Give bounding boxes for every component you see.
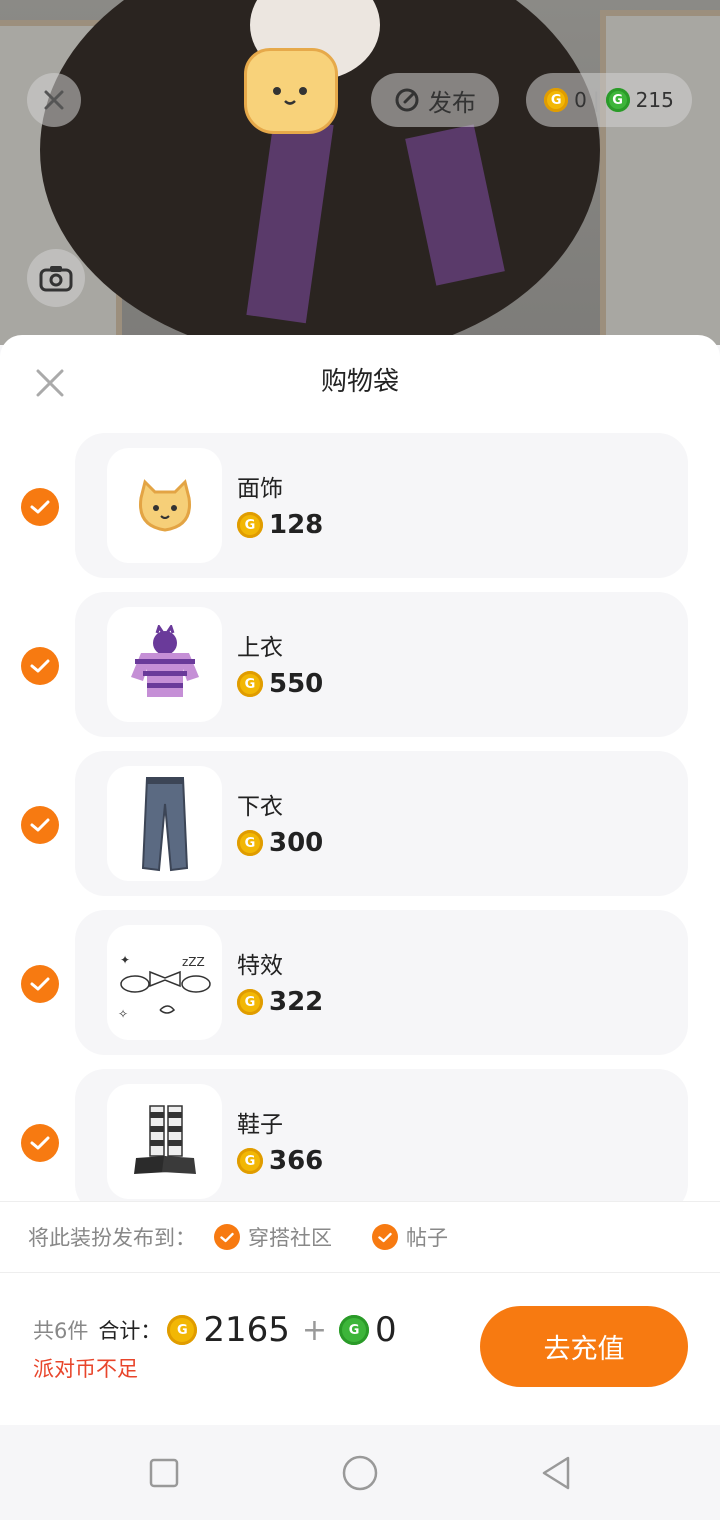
gold-coin-icon: G xyxy=(237,830,263,856)
svg-text:✦: ✦ xyxy=(120,953,130,967)
green-balance: 215 xyxy=(635,88,674,112)
item-price-value: 128 xyxy=(269,510,324,540)
check-icon xyxy=(30,818,50,832)
camera-icon xyxy=(39,266,73,292)
shopping-bag-sheet: 购物袋 面饰 G 128 上衣 G 550 下衣 G 300 zZZ ✦ ✧ 特… xyxy=(0,335,720,1425)
order-total: 共6件 合计： G 2165 + G 0 xyxy=(33,1310,397,1350)
recent-apps-button[interactable] xyxy=(146,1455,182,1491)
item-price: G 128 xyxy=(237,510,323,540)
avatar-preview xyxy=(0,0,720,345)
item-count: 共6件 xyxy=(33,1319,89,1343)
item-price: G 366 xyxy=(237,1146,323,1176)
gold-coin-icon: G xyxy=(167,1315,198,1345)
item-price-value: 550 xyxy=(269,669,324,699)
cart-item[interactable]: 下衣 G 300 xyxy=(75,751,688,896)
close-icon xyxy=(44,90,64,110)
square-nav-icon xyxy=(149,1458,179,1488)
item-checkbox[interactable] xyxy=(21,965,59,1003)
gold-coin-icon: G xyxy=(544,88,569,112)
cart-item[interactable]: zZZ ✦ ✧ 特效 G 322 xyxy=(75,910,688,1055)
check-icon xyxy=(30,977,50,991)
item-price: G 300 xyxy=(237,828,323,858)
cat-mask-thumbnail xyxy=(138,478,191,532)
publish-icon xyxy=(395,88,419,112)
balance-divider: | xyxy=(592,88,600,112)
item-price-value: 366 xyxy=(269,1146,324,1176)
share-option-post[interactable]: 帖子 xyxy=(372,1222,448,1252)
boots-thumbnail xyxy=(133,1104,196,1174)
total-label: 合计： xyxy=(98,1319,162,1343)
sheet-title: 购物袋 xyxy=(320,367,399,397)
home-button[interactable] xyxy=(342,1455,378,1491)
cat-face-accessory xyxy=(244,48,338,134)
cart-item[interactable]: 面饰 G 128 xyxy=(75,433,688,578)
check-icon xyxy=(214,1224,240,1250)
check-icon xyxy=(372,1224,398,1250)
item-name: 鞋子 xyxy=(237,1112,283,1138)
item-price: G 322 xyxy=(237,987,323,1017)
share-option-label: 帖子 xyxy=(406,1226,448,1250)
insufficient-warning: 派对币不足 xyxy=(33,1357,138,1381)
recharge-button[interactable]: 去充值 xyxy=(480,1306,688,1387)
gold-balance: 0 xyxy=(574,88,587,112)
item-checkbox[interactable] xyxy=(21,647,59,685)
item-thumbnail xyxy=(107,607,222,722)
cart-item[interactable]: 鞋子 G 366 xyxy=(75,1069,688,1214)
check-icon xyxy=(30,1136,50,1150)
item-thumbnail: zZZ ✦ ✧ xyxy=(107,925,222,1040)
item-name: 特效 xyxy=(237,953,283,979)
item-price-value: 322 xyxy=(269,987,324,1017)
svg-text:✧: ✧ xyxy=(118,1007,128,1021)
publish-label: 发布 xyxy=(428,88,476,117)
item-name: 面饰 xyxy=(237,476,283,502)
item-thumbnail xyxy=(107,1084,222,1199)
system-nav-bar xyxy=(0,1425,720,1520)
share-options-bar: 将此装扮发布到： 穿搭社区 帖子 xyxy=(0,1201,720,1273)
back-nav-icon xyxy=(542,1456,570,1490)
item-price-value: 300 xyxy=(269,828,324,858)
green-total: 0 xyxy=(375,1310,397,1350)
check-icon xyxy=(30,500,50,514)
check-icon xyxy=(30,659,50,673)
circle-nav-icon xyxy=(342,1455,378,1491)
green-coin-icon: G xyxy=(605,88,630,112)
share-option-community[interactable]: 穿搭社区 xyxy=(214,1222,332,1252)
item-price: G 550 xyxy=(237,669,323,699)
share-option-label: 穿搭社区 xyxy=(248,1226,332,1250)
gold-coin-icon: G xyxy=(237,671,263,697)
camera-button[interactable] xyxy=(27,249,85,307)
share-label: 将此装扮发布到： xyxy=(28,1226,196,1250)
item-thumbnail xyxy=(107,766,222,881)
item-checkbox[interactable] xyxy=(21,806,59,844)
jeans-thumbnail xyxy=(141,776,188,871)
cart-item[interactable]: 上衣 G 550 xyxy=(75,592,688,737)
item-thumbnail xyxy=(107,448,222,563)
currency-balance[interactable]: G 0 | G 215 xyxy=(526,73,692,127)
effect-thumbnail: zZZ ✦ ✧ xyxy=(118,953,211,1021)
back-button[interactable] xyxy=(538,1455,574,1491)
striped-hoodie-thumbnail xyxy=(130,624,199,697)
item-checkbox[interactable] xyxy=(21,488,59,526)
gold-coin-icon: G xyxy=(237,1148,263,1174)
green-coin-icon: G xyxy=(339,1315,370,1345)
background-window xyxy=(600,10,720,345)
gold-coin-icon: G xyxy=(237,512,263,538)
item-checkbox[interactable] xyxy=(21,1124,59,1162)
item-name: 上衣 xyxy=(237,635,283,661)
gold-coin-icon: G xyxy=(237,989,263,1015)
item-name: 下衣 xyxy=(237,794,283,820)
plus-sign: + xyxy=(301,1312,328,1348)
gold-total: 2165 xyxy=(203,1310,290,1350)
close-preview-button[interactable] xyxy=(27,73,81,127)
svg-text:zZZ: zZZ xyxy=(182,955,205,969)
publish-button[interactable]: 发布 xyxy=(371,73,499,127)
